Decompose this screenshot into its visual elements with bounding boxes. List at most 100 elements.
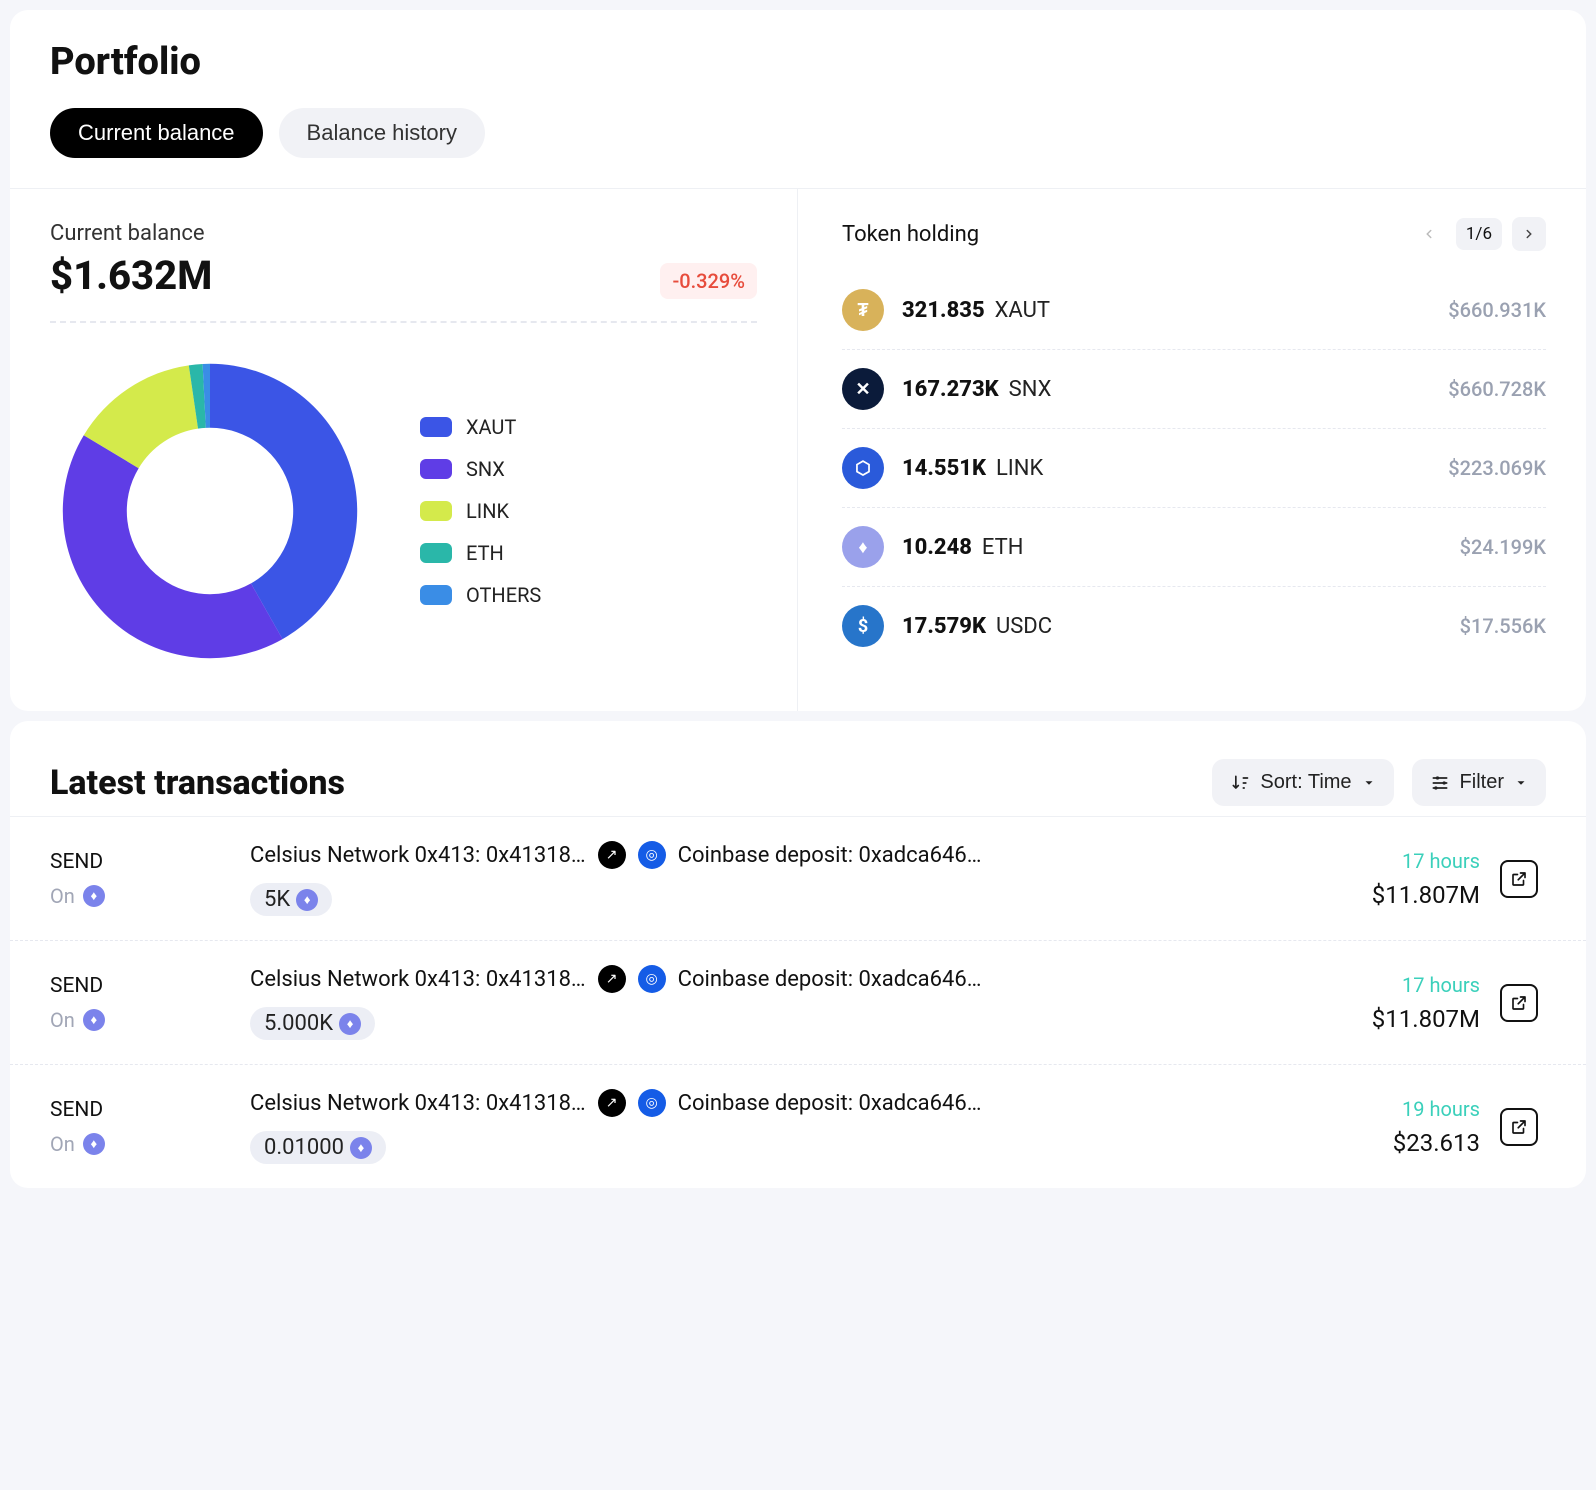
tx-amount-chip: 0.01000 ♦ (250, 1131, 386, 1164)
legend-label: OTHERS (466, 583, 541, 607)
token-icon: ✕ (842, 368, 884, 410)
tx-chip-value: 5K (264, 887, 290, 912)
balance-donut-chart (50, 351, 370, 671)
token-row[interactable]: ₮ 321.835 XAUT $660.931K (842, 271, 1546, 350)
tx-time: 17 hours (1360, 849, 1480, 873)
chevron-down-icon (1362, 776, 1376, 790)
tx-chip-value: 5.000K (264, 1011, 333, 1036)
transactions-list: SEND On ♦ Celsius Network 0x413: 0x41318… (10, 816, 1586, 1188)
tx-type: SEND (50, 974, 230, 998)
external-link-icon (1510, 994, 1528, 1012)
holdings-title: Token holding (842, 222, 979, 247)
chevron-left-icon (1422, 227, 1436, 241)
coinbase-icon: ◎ (638, 1089, 666, 1117)
arrow-out-icon: ↗ (598, 965, 626, 993)
token-value: $660.728K (1448, 377, 1546, 401)
legend-label: LINK (466, 499, 509, 523)
tx-amount-chip: 5K ♦ (250, 883, 332, 916)
sort-icon (1230, 773, 1250, 793)
legend-swatch (420, 417, 452, 437)
legend-label: SNX (466, 457, 505, 481)
tx-source: Celsius Network 0x413: 0x41318… (250, 1091, 586, 1116)
tab-balance-history[interactable]: Balance history (279, 108, 485, 158)
transactions-title: Latest transactions (50, 763, 345, 803)
pager-next-button[interactable] (1512, 217, 1546, 251)
coinbase-icon: ◎ (638, 841, 666, 869)
token-icon: ₮ (842, 289, 884, 331)
arrow-out-icon: ↗ (598, 1089, 626, 1117)
sort-label: Sort: Time (1260, 771, 1351, 794)
filter-button[interactable]: Filter (1412, 759, 1546, 806)
tx-amount-chip: 5.000K ♦ (250, 1007, 375, 1040)
tab-current-balance[interactable]: Current balance (50, 108, 263, 158)
tx-destination: Coinbase deposit: 0xadca646… (678, 967, 982, 992)
balance-change-badge: -0.329% (660, 263, 757, 299)
filter-label: Filter (1460, 771, 1504, 794)
sort-button[interactable]: Sort: Time (1212, 759, 1393, 806)
legend-label: ETH (466, 541, 504, 565)
legend-item: OTHERS (420, 583, 541, 607)
chevron-right-icon (1522, 227, 1536, 241)
eth-icon: ♦ (350, 1137, 372, 1159)
chart-legend: XAUT SNX LINK ETH OTHERS (420, 415, 541, 607)
tx-on-label: On (50, 884, 75, 908)
token-icon: $ (842, 605, 884, 647)
tx-usd-amount: $23.613 (1360, 1129, 1480, 1157)
coinbase-icon: ◎ (638, 965, 666, 993)
tx-usd-amount: $11.807M (1360, 1005, 1480, 1033)
token-symbol: ETH (982, 535, 1024, 560)
open-external-button[interactable] (1500, 1108, 1538, 1146)
legend-item: ETH (420, 541, 541, 565)
tx-source: Celsius Network 0x413: 0x41318… (250, 967, 586, 992)
tx-type: SEND (50, 1098, 230, 1122)
page-title: Portfolio (50, 40, 1546, 84)
token-amount: 17.579K (902, 614, 986, 639)
legend-swatch (420, 459, 452, 479)
holdings-pager: 1/6 (1412, 217, 1546, 251)
eth-icon: ♦ (296, 889, 318, 911)
token-icon: ⬡ (842, 447, 884, 489)
donut-slice-snx (63, 435, 283, 658)
token-row[interactable]: ♦ 10.248 ETH $24.199K (842, 508, 1546, 587)
transaction-row[interactable]: SEND On ♦ Celsius Network 0x413: 0x41318… (10, 940, 1586, 1064)
transaction-row[interactable]: SEND On ♦ Celsius Network 0x413: 0x41318… (10, 816, 1586, 940)
token-row[interactable]: $ 17.579K USDC $17.556K (842, 587, 1546, 665)
arrow-out-icon: ↗ (598, 841, 626, 869)
token-value: $223.069K (1448, 456, 1546, 480)
token-row[interactable]: ⬡ 14.551K LINK $223.069K (842, 429, 1546, 508)
token-value: $17.556K (1460, 614, 1546, 638)
tx-usd-amount: $11.807M (1360, 881, 1480, 909)
tx-time: 19 hours (1360, 1097, 1480, 1121)
token-symbol: SNX (1009, 377, 1052, 402)
token-symbol: LINK (996, 456, 1043, 481)
pager-prev-button[interactable] (1412, 217, 1446, 251)
legend-item: XAUT (420, 415, 541, 439)
holdings-list: ₮ 321.835 XAUT $660.931K ✕ 167.273K SNX … (842, 271, 1546, 665)
eth-icon: ♦ (83, 1133, 105, 1155)
token-value: $660.931K (1448, 298, 1546, 322)
token-row[interactable]: ✕ 167.273K SNX $660.728K (842, 350, 1546, 429)
open-external-button[interactable] (1500, 860, 1538, 898)
eth-icon: ♦ (83, 885, 105, 907)
tx-chip-value: 0.01000 (264, 1135, 344, 1160)
legend-label: XAUT (466, 415, 516, 439)
tx-type: SEND (50, 850, 230, 874)
pager-page-indicator: 1/6 (1456, 218, 1502, 250)
token-amount: 321.835 (902, 298, 985, 323)
tx-time: 17 hours (1360, 973, 1480, 997)
balance-label: Current balance (50, 221, 212, 246)
token-amount: 167.273K (902, 377, 999, 402)
token-amount: 10.248 (902, 535, 972, 560)
transaction-row[interactable]: SEND On ♦ Celsius Network 0x413: 0x41318… (10, 1064, 1586, 1188)
open-external-button[interactable] (1500, 984, 1538, 1022)
token-icon: ♦ (842, 526, 884, 568)
token-value: $24.199K (1460, 535, 1546, 559)
legend-swatch (420, 585, 452, 605)
token-amount: 14.551K (902, 456, 986, 481)
legend-item: LINK (420, 499, 541, 523)
tx-on-label: On (50, 1008, 75, 1032)
chevron-down-icon (1514, 776, 1528, 790)
tx-destination: Coinbase deposit: 0xadca646… (678, 843, 982, 868)
eth-icon: ♦ (83, 1009, 105, 1031)
legend-swatch (420, 501, 452, 521)
